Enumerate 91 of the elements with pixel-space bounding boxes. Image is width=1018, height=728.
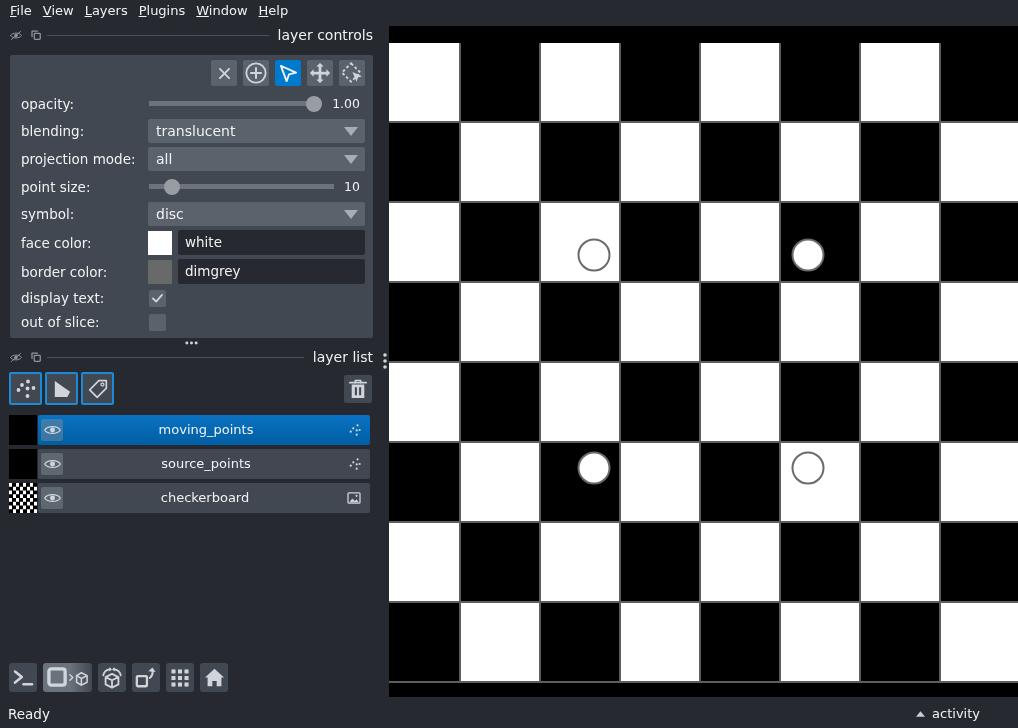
new-points-layer-button[interactable]	[9, 372, 42, 405]
delete-layer-button[interactable]	[344, 374, 372, 403]
image-icon	[347, 492, 361, 504]
transform-button[interactable]	[339, 60, 365, 86]
panel-title: layer list	[312, 348, 373, 367]
scattered-dots-icon	[349, 458, 361, 470]
menu-item[interactable]: Layers	[84, 2, 128, 20]
tag-icon	[87, 378, 108, 399]
visibility-toggle[interactable]	[41, 419, 63, 441]
visibility-toggle[interactable]	[41, 453, 63, 475]
slider-handle[interactable]	[306, 95, 323, 112]
square-cube-icon	[46, 667, 89, 688]
slider-value: 10	[344, 178, 361, 195]
add-points-button[interactable]	[243, 60, 269, 86]
pan-zoom-button[interactable]	[307, 60, 333, 86]
slider-handle[interactable]	[164, 178, 181, 195]
caret-icon	[344, 209, 358, 219]
scattered-dots-icon	[15, 378, 36, 399]
eye-icon	[43, 492, 61, 504]
field-label: point size:	[21, 177, 92, 196]
transpose-button[interactable]	[132, 663, 160, 692]
roll-button[interactable]	[98, 663, 126, 692]
new-shapes-layer-button[interactable]	[45, 372, 78, 405]
eye-slash-icon[interactable]	[10, 30, 22, 40]
drag-handle-icon[interactable]	[382, 353, 387, 369]
cube-arrows-icon	[101, 666, 123, 689]
eye-slash-icon[interactable]	[10, 352, 22, 362]
menu-item[interactable]: View	[42, 2, 74, 20]
status-message: Ready	[8, 705, 50, 723]
dropdown[interactable]: disc	[148, 202, 365, 226]
home-button[interactable]	[200, 663, 228, 692]
color-name-field[interactable]: white	[178, 230, 365, 255]
polygon-icon	[52, 379, 71, 398]
checkbox[interactable]	[149, 313, 166, 331]
home-icon	[203, 668, 225, 687]
checkbox[interactable]	[149, 289, 166, 307]
scattered-dots-icon	[349, 424, 361, 436]
move-arrows-icon	[309, 62, 331, 84]
square-arrow-icon	[135, 666, 157, 689]
menu-item[interactable]: Window	[196, 2, 248, 20]
trash-icon	[349, 378, 367, 399]
layer-name: source_points	[160, 455, 252, 473]
layer-item[interactable]: checkerboard	[38, 483, 370, 513]
checkerboard-thumbnail-icon	[9, 483, 37, 513]
field-label: projection mode:	[21, 150, 137, 168]
color-swatch-icon[interactable]	[148, 230, 172, 255]
console-button[interactable]	[9, 663, 37, 692]
layer-item[interactable]: moving_points	[38, 415, 370, 445]
close-icon	[218, 67, 230, 79]
field-label: border color:	[21, 262, 109, 281]
terminal-icon	[12, 669, 34, 686]
field-label: blending:	[21, 122, 86, 140]
grid-button[interactable]	[166, 663, 194, 692]
slider-value: 1.00	[332, 95, 361, 112]
visibility-toggle[interactable]	[41, 487, 63, 509]
color-name-field[interactable]: dimgrey	[178, 259, 365, 284]
overlapping-squares-icon[interactable]	[31, 30, 41, 40]
layer-name: moving_points	[157, 421, 255, 439]
layer-item[interactable]: source_points	[38, 449, 370, 479]
overlapping-squares-icon[interactable]	[31, 352, 41, 362]
menu-item[interactable]: Help	[258, 2, 289, 20]
plus-circle-icon	[245, 62, 267, 84]
color-swatch-icon[interactable]	[148, 259, 172, 284]
dropdown[interactable]: all	[148, 147, 365, 171]
drag-handle-icon[interactable]	[184, 340, 198, 345]
dropdown[interactable]: translucent	[148, 119, 365, 143]
activity-button[interactable]: activity	[916, 705, 980, 723]
arrow-pointer-icon	[278, 63, 298, 83]
checkmark-icon	[152, 293, 163, 303]
caret-icon	[344, 154, 358, 164]
menu-item[interactable]: File	[10, 2, 32, 20]
layer-thumbnail-icon	[9, 449, 37, 479]
caret-icon	[344, 126, 358, 136]
grid-icon	[171, 668, 189, 687]
select-button[interactable]	[275, 60, 301, 86]
layer-thumbnail-icon	[9, 415, 37, 445]
dashed-diamond-arrow-icon	[341, 62, 363, 84]
field-label: opacity:	[21, 94, 76, 113]
menu-item[interactable]: Plugins	[138, 2, 186, 20]
eye-icon	[43, 424, 61, 436]
eye-icon	[43, 458, 61, 470]
display-toggle-button[interactable]	[43, 663, 92, 692]
field-label: symbol:	[21, 205, 76, 223]
field-label: display text:	[21, 289, 106, 307]
delete-button[interactable]	[211, 60, 237, 86]
panel-title: layer controls	[277, 26, 373, 45]
new-labels-layer-button[interactable]	[81, 372, 114, 405]
triangle-up-icon	[916, 711, 926, 717]
layer-name: checkerboard	[159, 489, 251, 507]
field-label: face color:	[21, 233, 93, 252]
field-label: out of slice:	[21, 313, 101, 331]
